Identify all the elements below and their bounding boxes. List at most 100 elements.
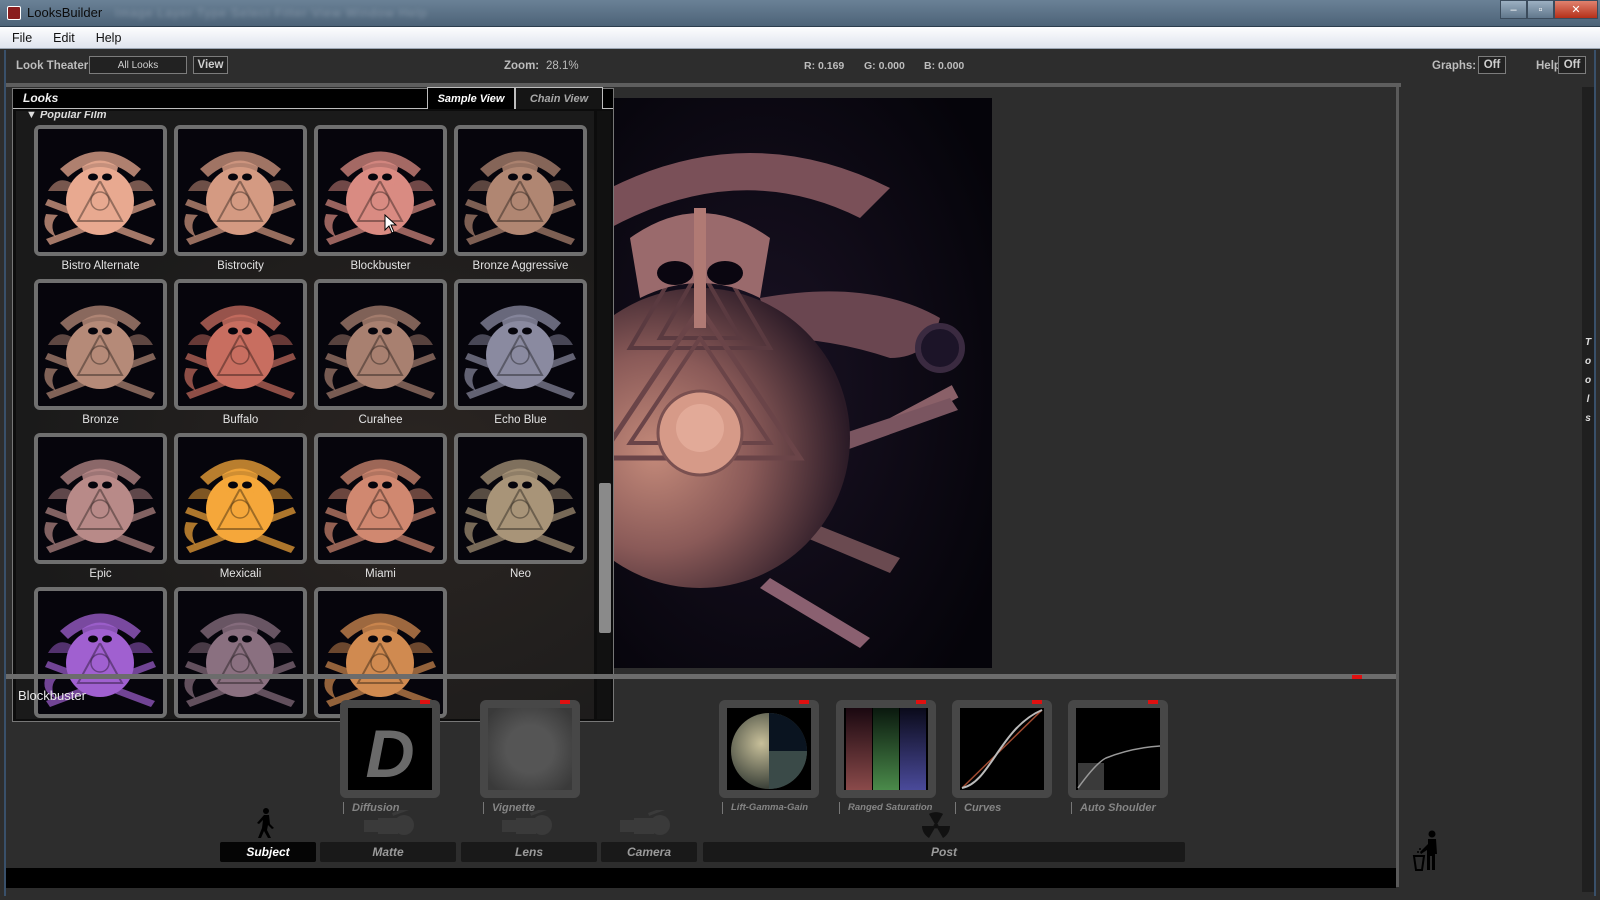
- look-thumbnail[interactable]: [454, 433, 587, 564]
- look-thumbnail[interactable]: [454, 125, 587, 256]
- look-label: Mexicali: [219, 568, 262, 580]
- look-preview-image: [38, 283, 163, 406]
- look-label: Curahee: [358, 414, 403, 426]
- node-lift-gamma-gain[interactable]: [719, 700, 819, 798]
- looks-scrollbar-thumb[interactable]: [599, 483, 611, 633]
- look-thumbnail[interactable]: [174, 125, 307, 256]
- looks-panel-title: Looks: [23, 91, 59, 105]
- look-preview-image: [38, 437, 163, 560]
- node-auto-shoulder[interactable]: [1068, 700, 1168, 798]
- node-label-curves: Curves: [955, 802, 1001, 814]
- movie-camera-icon[interactable]: [618, 810, 674, 840]
- node-label-auto-shoulder: Auto Shoulder: [1071, 802, 1156, 814]
- b-readout: B: 0.000: [924, 60, 965, 72]
- look-thumbnail[interactable]: [34, 125, 167, 256]
- look-label: Miami: [365, 568, 396, 580]
- looks-panel: Looks Sample View Chain View ▼ Popular F…: [12, 87, 614, 722]
- preview-viewer[interactable]: [610, 98, 992, 668]
- blurred-background-menu: Image Layer Type Select Filter View Wind…: [115, 6, 428, 20]
- minimize-button[interactable]: –: [1500, 0, 1527, 19]
- tools-letter: o: [1584, 356, 1592, 367]
- tools-letter: o: [1584, 375, 1592, 386]
- close-button[interactable]: ✕: [1554, 0, 1598, 19]
- look-label: Neo: [509, 568, 532, 580]
- look-preview-image: [178, 437, 303, 560]
- category-tab-matte[interactable]: Matte: [320, 842, 456, 862]
- auto-shoulder-thumbnail: [1076, 708, 1160, 790]
- tools-letter: l: [1586, 394, 1590, 405]
- walking-person-icon[interactable]: [254, 808, 276, 838]
- look-preview-image: [178, 591, 303, 714]
- zoom-value: 28.1%: [546, 60, 579, 72]
- app-icon: [7, 6, 21, 20]
- look-preview-image: [318, 591, 443, 714]
- maximize-button[interactable]: ▫: [1527, 0, 1554, 19]
- bottom-bar: [6, 868, 1396, 888]
- node-bypass-indicator[interactable]: [1148, 700, 1158, 704]
- movie-camera-icon[interactable]: [362, 810, 418, 840]
- node-vignette[interactable]: [480, 700, 580, 798]
- look-thumbnail[interactable]: [34, 279, 167, 410]
- menu-edit[interactable]: Edit: [53, 31, 75, 45]
- looks-scrollbar[interactable]: [597, 111, 611, 719]
- menu-help[interactable]: Help: [96, 31, 122, 45]
- look-preview-image: [178, 283, 303, 406]
- movie-camera-icon[interactable]: [500, 810, 556, 840]
- node-label-ranged-saturation: Ranged Saturation: [839, 802, 932, 814]
- category-tab-lens[interactable]: Lens: [461, 842, 597, 862]
- title-bar: LooksBuilder Image Layer Type Select Fil…: [0, 0, 1600, 27]
- look-theater-select[interactable]: All Looks: [89, 56, 187, 74]
- node-bypass-indicator[interactable]: [1032, 700, 1042, 704]
- node-label-lift-gamma-gain: Lift-Gamma-Gain: [722, 802, 808, 814]
- category-label: Popular Film: [39, 111, 107, 121]
- tab-sample-view[interactable]: Sample View: [427, 87, 515, 109]
- diffusion-glyph: D: [365, 716, 415, 790]
- zoom-label: Zoom:: [504, 60, 540, 72]
- tab-chain-view[interactable]: Chain View: [515, 87, 603, 109]
- look-thumbnail[interactable]: [454, 279, 587, 410]
- look-label: Bistro Alternate: [61, 260, 140, 272]
- node-bypass-indicator[interactable]: [916, 700, 926, 704]
- graphs-label: Graphs:: [1432, 60, 1477, 72]
- category-tab-post[interactable]: Post: [703, 842, 1185, 862]
- trash-icon[interactable]: [1412, 830, 1442, 872]
- look-theater-label: Look Theater:: [16, 60, 93, 72]
- looks-grid: ▼ Popular Film Bistro Alternate Bistrocit…: [16, 111, 594, 719]
- node-diffusion[interactable]: D: [340, 700, 440, 798]
- radiation-icon[interactable]: [921, 812, 951, 840]
- tools-drawer-tab[interactable]: T o o l s: [1582, 87, 1594, 892]
- window-title: LooksBuilder: [27, 5, 103, 20]
- look-thumbnail[interactable]: [314, 279, 447, 410]
- help-toggle[interactable]: Off: [1558, 56, 1586, 74]
- look-thumbnail[interactable]: [34, 433, 167, 564]
- look-thumbnail[interactable]: [174, 587, 307, 718]
- ranged-saturation-thumbnail: [844, 708, 928, 790]
- tools-letter: s: [1585, 413, 1591, 424]
- look-thumbnail[interactable]: [314, 125, 447, 256]
- look-label: Bronze: [82, 414, 119, 426]
- look-preview-image: [318, 129, 443, 252]
- preview-image: [610, 98, 992, 668]
- right-panel-divider[interactable]: [1396, 87, 1399, 887]
- look-label: Epic: [89, 568, 112, 580]
- node-bypass-indicator[interactable]: [560, 700, 570, 704]
- node-bypass-indicator[interactable]: [420, 700, 430, 704]
- look-thumbnail[interactable]: [314, 433, 447, 564]
- node-ranged-saturation[interactable]: [836, 700, 936, 798]
- graphs-toggle[interactable]: Off: [1478, 56, 1506, 74]
- look-thumbnail[interactable]: [314, 587, 447, 718]
- lift-gamma-gain-thumbnail: [727, 708, 811, 790]
- category-popular-film[interactable]: ▼ Popular Film: [26, 111, 107, 121]
- category-tab-camera[interactable]: Camera: [601, 842, 697, 862]
- look-preview-image: [458, 129, 583, 252]
- node-curves[interactable]: [952, 700, 1052, 798]
- vignette-thumbnail: [488, 708, 572, 790]
- look-thumbnail[interactable]: [174, 433, 307, 564]
- look-label: Bistrocity: [217, 260, 264, 272]
- node-bypass-indicator[interactable]: [799, 700, 809, 704]
- menu-file[interactable]: File: [12, 31, 32, 45]
- looks-panel-header: Looks Sample View Chain View: [13, 87, 613, 109]
- category-tab-subject[interactable]: Subject: [220, 842, 316, 862]
- look-thumbnail[interactable]: [174, 279, 307, 410]
- view-button[interactable]: View: [193, 56, 228, 74]
